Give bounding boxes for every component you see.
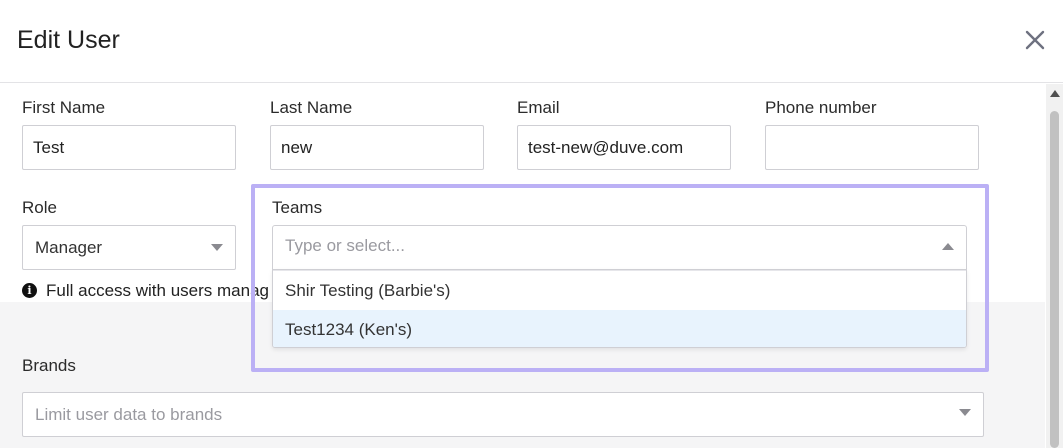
info-icon: i <box>22 283 37 298</box>
brands-label: Brands <box>22 356 76 375</box>
scroll-up-icon[interactable] <box>1050 90 1060 97</box>
dialog-title: Edit User <box>17 26 120 54</box>
teams-select[interactable]: Type or select... <box>272 225 967 269</box>
chevron-down-icon <box>211 244 223 251</box>
teams-option[interactable]: Shir Testing (Barbie's) <box>273 271 966 310</box>
role-label: Role <box>22 198 57 217</box>
dialog-body: First Name Test Last Name new Email test… <box>0 84 1063 448</box>
brands-placeholder: Limit user data to brands <box>35 405 223 424</box>
email-input[interactable]: test-new@duve.com <box>517 125 731 170</box>
chevron-down-icon <box>959 409 971 416</box>
teams-search-input[interactable]: Type or select... <box>285 236 405 256</box>
teams-dropdown-menu: Shir Testing (Barbie's) Test1234 (Ken's) <box>272 269 967 348</box>
teams-label: Teams <box>272 198 323 217</box>
role-select-value: Manager <box>35 238 103 257</box>
dialog-header: Edit User <box>0 0 1063 83</box>
scroll-thumb[interactable] <box>1050 111 1059 448</box>
phone-input[interactable] <box>765 125 979 170</box>
first-name-label: First Name <box>22 98 106 117</box>
email-label: Email <box>517 98 560 117</box>
role-select[interactable]: Manager <box>22 225 236 270</box>
first-name-input[interactable]: Test <box>22 125 236 170</box>
brands-select[interactable]: Limit user data to brands <box>22 392 984 437</box>
role-info-text: Full access with users manag <box>46 281 269 300</box>
teams-option-active[interactable]: Test1234 (Ken's) <box>273 310 966 347</box>
last-name-input[interactable]: new <box>270 125 484 170</box>
chevron-up-icon <box>942 243 954 250</box>
phone-label: Phone number <box>765 98 877 117</box>
last-name-label: Last Name <box>270 98 353 117</box>
vertical-scrollbar[interactable] <box>1046 84 1063 448</box>
close-icon[interactable] <box>1022 27 1048 53</box>
